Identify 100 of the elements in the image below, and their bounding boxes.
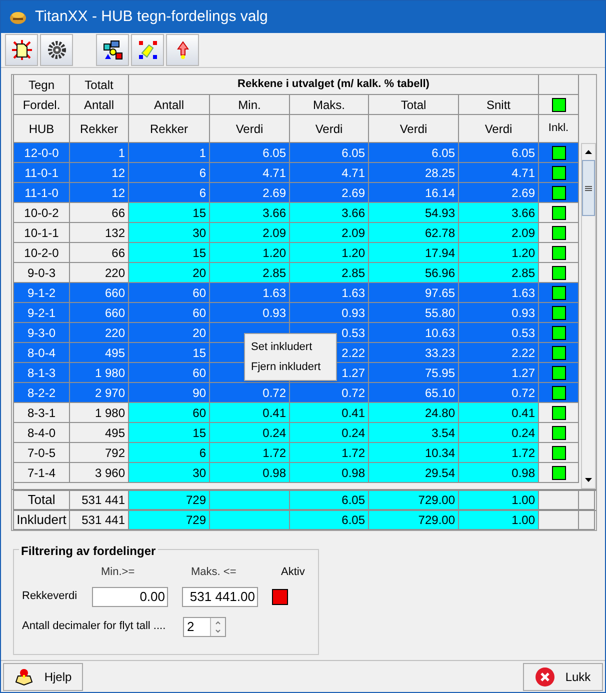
table-cell: 0.53 bbox=[459, 323, 539, 343]
include-checkbox[interactable] bbox=[552, 186, 566, 200]
column-header: Rekker bbox=[70, 115, 129, 143]
table-cell: 4.71 bbox=[290, 163, 369, 183]
include-checkbox[interactable] bbox=[552, 326, 566, 340]
include-checkbox[interactable] bbox=[552, 166, 566, 180]
close-button[interactable]: Lukk bbox=[523, 662, 603, 690]
column-header: Total bbox=[369, 95, 459, 115]
table-cell: 24.80 bbox=[369, 403, 459, 423]
max-value-field[interactable]: 531 441.00 bbox=[182, 586, 258, 606]
table-cell: 2.85 bbox=[210, 263, 290, 283]
scroll-thumb[interactable] bbox=[582, 160, 595, 216]
table-cell: 0.24 bbox=[290, 423, 369, 443]
toolbar-button[interactable] bbox=[5, 34, 38, 66]
table-cell: 62.78 bbox=[369, 223, 459, 243]
include-checkbox[interactable] bbox=[552, 446, 566, 460]
shapes-icon bbox=[102, 39, 124, 61]
table-cell: 2.09 bbox=[210, 223, 290, 243]
toolbar-button[interactable] bbox=[131, 34, 164, 66]
min-label: Min.>= bbox=[101, 565, 136, 580]
decimals-spinner[interactable]: 2 bbox=[183, 616, 226, 636]
include-checkbox[interactable] bbox=[552, 406, 566, 420]
column-header: Maks. bbox=[290, 95, 369, 115]
table-cell: 1.72 bbox=[290, 443, 369, 463]
table-cell: 4.71 bbox=[210, 163, 290, 183]
table-cell: 65.10 bbox=[369, 383, 459, 403]
toolbar-button[interactable] bbox=[96, 34, 129, 66]
table-cell: 0.41 bbox=[459, 403, 539, 423]
include-checkbox[interactable] bbox=[552, 226, 566, 240]
table-cell: 0.98 bbox=[459, 463, 539, 483]
table-cell: 6.05 bbox=[290, 511, 369, 530]
table-cell: 2.69 bbox=[210, 183, 290, 203]
hub-cell: 10-1-1 bbox=[14, 223, 70, 243]
table-cell: 0.41 bbox=[290, 403, 369, 423]
include-checkbox[interactable] bbox=[552, 306, 566, 320]
table-cell: 15 bbox=[129, 243, 210, 263]
table-cell: 60 bbox=[129, 363, 210, 383]
table-cell: 28.25 bbox=[369, 163, 459, 183]
include-checkbox[interactable] bbox=[552, 286, 566, 300]
table-cell: 0.98 bbox=[210, 463, 290, 483]
include-checkbox[interactable] bbox=[552, 206, 566, 220]
table-cell: 0.93 bbox=[290, 303, 369, 323]
table-cell: 90 bbox=[129, 383, 210, 403]
table-cell: 2.69 bbox=[290, 183, 369, 203]
close-icon bbox=[535, 666, 556, 686]
scrollbar[interactable] bbox=[581, 143, 596, 489]
hub-cell: 7-0-5 bbox=[14, 443, 70, 463]
hub-cell: 8-0-4 bbox=[14, 343, 70, 363]
include-checkbox[interactable] bbox=[552, 366, 566, 380]
table-cell: 0.24 bbox=[459, 423, 539, 443]
table-cell: 1.63 bbox=[459, 283, 539, 303]
column-header: Antall bbox=[129, 95, 210, 115]
table-cell: 0.72 bbox=[459, 383, 539, 403]
column-header: Min. bbox=[210, 95, 290, 115]
toolbar-button[interactable] bbox=[40, 34, 73, 66]
gear-icon bbox=[46, 40, 66, 60]
include-all-toggle[interactable] bbox=[552, 98, 566, 112]
column-header: HUB bbox=[14, 115, 70, 143]
table-cell: 54.93 bbox=[369, 203, 459, 223]
hub-cell: 9-3-0 bbox=[14, 323, 70, 343]
include-checkbox[interactable] bbox=[552, 386, 566, 400]
table-cell: 75.95 bbox=[369, 363, 459, 383]
table-cell: 660 bbox=[70, 283, 129, 303]
include-checkbox[interactable] bbox=[552, 266, 566, 280]
hub-cell: 8-4-0 bbox=[14, 423, 70, 443]
include-checkbox[interactable] bbox=[552, 426, 566, 440]
include-checkbox[interactable] bbox=[552, 246, 566, 260]
table-cell: 3.66 bbox=[290, 203, 369, 223]
hub-cell: 11-1-0 bbox=[14, 183, 70, 203]
column-header: Inkl. bbox=[539, 115, 579, 143]
table-cell: 220 bbox=[70, 323, 129, 343]
table-cell: 0.24 bbox=[210, 423, 290, 443]
include-checkbox[interactable] bbox=[552, 466, 566, 480]
table-cell: 3.66 bbox=[210, 203, 290, 223]
active-toggle[interactable] bbox=[272, 588, 288, 604]
table-cell: 0.93 bbox=[210, 303, 290, 323]
table-cell: 1.27 bbox=[459, 363, 539, 383]
column-header: Tegn bbox=[14, 75, 70, 95]
table-cell: 55.80 bbox=[369, 303, 459, 323]
table-cell: 60 bbox=[129, 403, 210, 423]
starburst-document-icon bbox=[10, 39, 32, 61]
decimals-label: Antall decimaler for flyt tall .... bbox=[22, 619, 167, 634]
table-cell: 1.63 bbox=[290, 283, 369, 303]
summary-label: Total bbox=[14, 491, 70, 510]
help-button[interactable]: Hjelp bbox=[3, 662, 83, 690]
min-value-field[interactable]: 0.00 bbox=[92, 586, 168, 606]
include-checkbox[interactable] bbox=[552, 346, 566, 360]
table-cell: 6.05 bbox=[210, 143, 290, 163]
table-cell: 3.66 bbox=[459, 203, 539, 223]
table-cell: 220 bbox=[70, 263, 129, 283]
table-cell: 12 bbox=[70, 183, 129, 203]
include-checkbox[interactable] bbox=[552, 146, 566, 160]
table-cell: 660 bbox=[70, 303, 129, 323]
table-cell: 29.54 bbox=[369, 463, 459, 483]
table-cell: 33.23 bbox=[369, 343, 459, 363]
table-cell: 1 980 bbox=[70, 363, 129, 383]
table-cell: 6 bbox=[129, 443, 210, 463]
table-cell: 56.96 bbox=[369, 263, 459, 283]
table-cell: 2.69 bbox=[459, 183, 539, 203]
table-cell: 0.98 bbox=[290, 463, 369, 483]
